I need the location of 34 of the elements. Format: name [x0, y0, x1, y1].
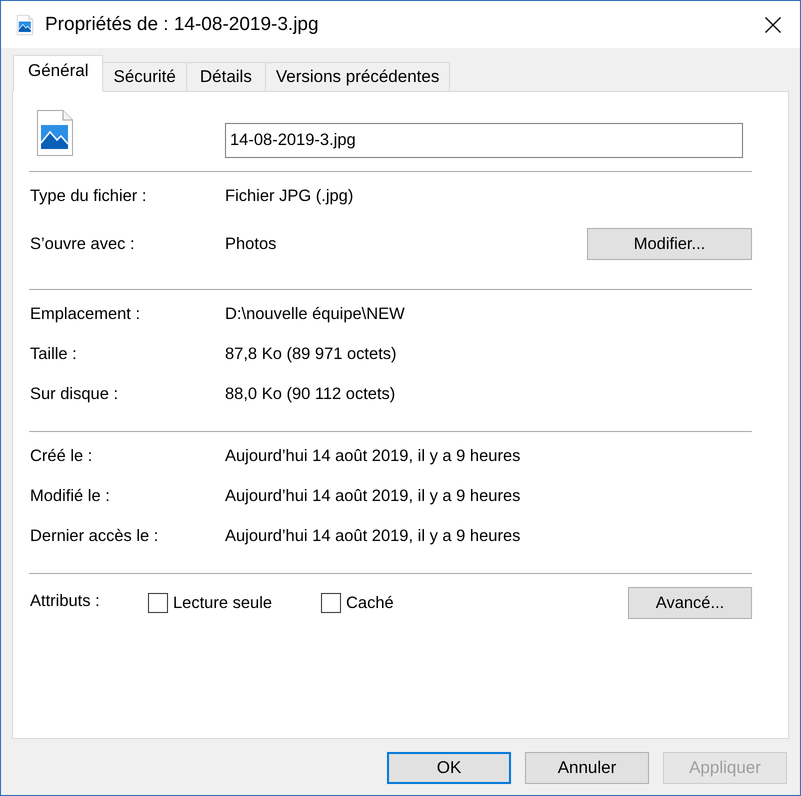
field-value: Photos: [225, 234, 276, 254]
field-value: 87,8 Ko (89 971 octets): [225, 344, 397, 364]
image-file-icon: [37, 110, 73, 156]
field-label: Sur disque :: [29, 384, 120, 404]
image-file-icon: [17, 14, 33, 34]
field-value: 88,0 Ko (90 112 octets): [225, 384, 396, 404]
field-label: Modifié le :: [29, 486, 111, 506]
field-value: Aujourd’hui 14 août 2019, il y a 9 heures: [225, 446, 520, 466]
checkbox-label[interactable]: Lecture seule: [173, 594, 272, 612]
field-label: Type du fichier :: [29, 186, 148, 206]
tab[interactable]: Sécurité: [103, 62, 187, 92]
tab[interactable]: Général: [13, 55, 104, 92]
tab[interactable]: Détails: [186, 62, 266, 92]
checkbox-label[interactable]: Caché: [346, 594, 394, 612]
field-label: Taille :: [29, 344, 78, 364]
field-value: Aujourd’hui 14 août 2019, il y a 9 heures: [225, 526, 520, 546]
change-button[interactable]: Modifier...: [587, 228, 752, 260]
dialog-button[interactable]: OK: [387, 752, 511, 784]
file-name-field[interactable]: 14-08-2019-3.jpg: [225, 123, 743, 158]
field-label: Attributs :: [29, 592, 101, 611]
close-icon: [765, 16, 781, 32]
field-label: Emplacement :: [29, 304, 142, 324]
dialog-button[interactable]: Annuler: [525, 752, 649, 784]
field-label: S’ouvre avec :: [29, 234, 136, 254]
field-value: Fichier JPG (.jpg): [225, 186, 354, 206]
field-value: D:\nouvelle équipe\NEW: [225, 304, 405, 324]
advanced-button[interactable]: Avancé...: [628, 587, 752, 619]
tab[interactable]: Versions précédentes: [266, 62, 450, 92]
checkbox[interactable]: [321, 593, 341, 613]
field-value: Aujourd’hui 14 août 2019, il y a 9 heures: [225, 486, 520, 506]
field-label: Créé le :: [29, 446, 94, 466]
checkbox[interactable]: [148, 593, 168, 613]
window-title: Propriétés de : 14-08-2019-3.jpg: [45, 14, 319, 36]
field-label: Dernier accès le :: [29, 526, 160, 546]
